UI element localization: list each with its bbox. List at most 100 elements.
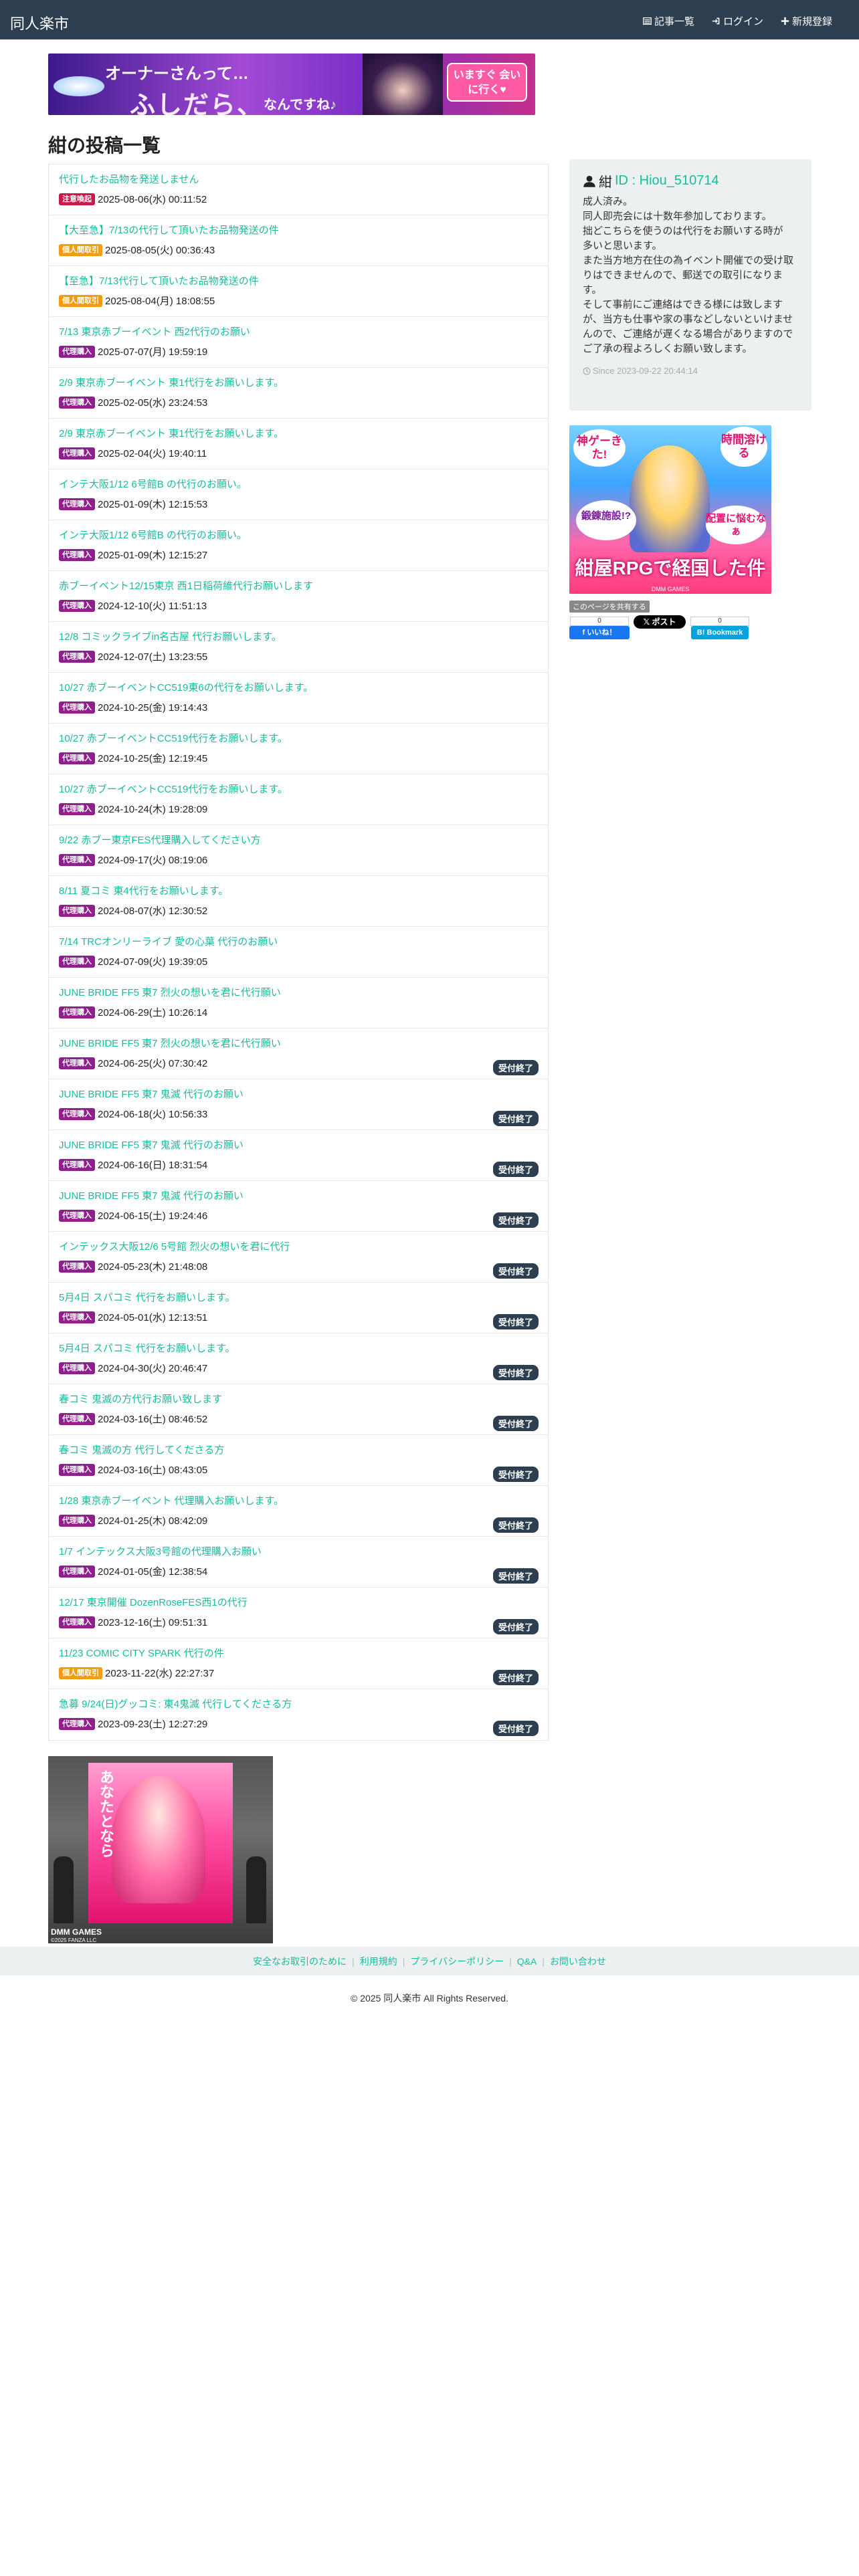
post-title-link[interactable]: 春コミ 鬼滅の方代行お願い致します: [59, 1393, 538, 1406]
footer-link[interactable]: お問い合わせ: [550, 1955, 606, 1968]
hatena-count: 0: [690, 617, 749, 626]
status-badge: 受付終了: [492, 1060, 539, 1075]
bottom-ad-banner[interactable]: あなたとなら DMM GAMES ©2025 FANZA LLC: [48, 1756, 273, 1943]
post-title-link[interactable]: インテ大阪1/12 6号館B の代行のお願い。: [59, 529, 538, 542]
post-title-link[interactable]: 7/13 東京赤ブーイベント 西2代行のお願い: [59, 326, 538, 339]
category-badge: 個人間取引: [59, 294, 102, 307]
side-ad-tag-right: 配置に悩むなぁ: [706, 506, 766, 544]
background-person: [246, 1856, 266, 1923]
footer-link[interactable]: プライバシーポリシー: [410, 1955, 504, 1968]
post-list-item: JUNE BRIDE FF5 東7 鬼滅 代行のお願い 代理購入 2024-06-1…: [49, 1181, 548, 1232]
status-badge: 受付終了: [492, 1670, 539, 1685]
post-meta: 代理購入 2024-06-18(火) 10:56:33: [59, 1107, 538, 1121]
ad-line1: オーナーさんって…: [105, 65, 249, 83]
post-date: 2024-06-16(日) 18:31:54: [98, 1160, 208, 1171]
side-ad-footer: DMM GAMES: [651, 586, 690, 593]
footer-separator: |: [402, 1955, 405, 1967]
page-title: 紺の投稿一覧: [48, 135, 161, 156]
category-badge: 代理購入: [59, 650, 95, 663]
nav-articles-link[interactable]: 記事一覧: [643, 14, 694, 28]
post-title-link[interactable]: JUNE BRIDE FF5 東7 鬼滅 代行のお願い: [59, 1139, 538, 1152]
post-meta: 代理購入 2023-12-16(土) 09:51:31: [59, 1615, 538, 1629]
post-title-link[interactable]: 春コミ 鬼滅の方 代行してくださる方: [59, 1444, 538, 1457]
post-title-link[interactable]: 急募 9/24(日)グッコミ: 東4鬼滅 代行してくださる方: [59, 1698, 538, 1711]
category-badge: 代理購入: [59, 752, 95, 764]
side-ad-banner[interactable]: 神ゲーきた! 時間溶ける 鍛錬施設!? 配置に悩むなぁ 紺屋RPGで経国した件 …: [569, 425, 771, 594]
category-badge: 代理購入: [59, 1514, 95, 1527]
post-list-item: 10/27 赤ブーイベントCC519東6の代行をお願いします。 代理購入 2024-…: [49, 673, 548, 724]
category-badge: 代理購入: [59, 1616, 95, 1628]
post-title-link[interactable]: 10/27 赤ブーイベントCC519代行をお願いします。: [59, 783, 538, 796]
profile-card: 紺 ID : Hiou_510714 成人済み。 同人即売会には十数年参加しており…: [569, 159, 812, 411]
top-ad-banner[interactable]: オーナーさんって… ふしだら、 なんですね♪ いますぐ 会いに行く♥: [48, 53, 535, 115]
footer-link[interactable]: Q&A: [517, 1956, 537, 1967]
category-badge: 個人間取引: [59, 1667, 102, 1679]
category-badge: 代理購入: [59, 345, 95, 358]
post-title-link[interactable]: JUNE BRIDE FF5 東7 烈火の想いを君に代行願い: [59, 986, 538, 1000]
post-date: 2023-12-16(土) 09:51:31: [98, 1617, 208, 1628]
post-list-item: 10/27 赤ブーイベントCC519代行をお願いします。 代理購入 2024-10-…: [49, 774, 548, 825]
post-title-link[interactable]: 【大至急】7/13の代行して頂いたお品物発送の件: [59, 224, 538, 237]
profile-bio-line: また当方地方在住の為イベント開催での受け取りはできませんので、郵送での取引になり…: [583, 255, 794, 296]
post-title-link[interactable]: JUNE BRIDE FF5 東7 鬼滅 代行のお願い: [59, 1190, 538, 1203]
category-badge: 代理購入: [59, 599, 95, 612]
post-title-link[interactable]: 8/11 夏コミ 東4代行をお願いします。: [59, 885, 538, 898]
post-title-link[interactable]: 5月4日 スパコミ 代行をお願いします。: [59, 1342, 538, 1356]
post-meta: 代理購入 2024-06-16(日) 18:31:54: [59, 1158, 538, 1172]
post-title-link[interactable]: 10/27 赤ブーイベントCC519代行をお願いします。: [59, 732, 538, 746]
post-title-link[interactable]: 7/14 TRCオンリーライブ 愛の心葉 代行のお願い: [59, 936, 538, 949]
post-title-link[interactable]: 1/28 東京赤ブーイベント 代理購入お願いします。: [59, 1495, 538, 1508]
post-date: 2024-05-23(木) 21:48:08: [98, 1261, 208, 1273]
footer-separator: |: [509, 1955, 512, 1967]
post-title-link[interactable]: 11/23 COMIC CITY SPARK 代行の件: [59, 1647, 538, 1660]
x-post-button[interactable]: 𝕏 ポスト: [634, 615, 686, 629]
post-date: 2025-08-04(月) 18:08:55: [105, 296, 215, 307]
hatena-bookmark-button[interactable]: B! Bookmark: [691, 626, 749, 639]
post-title-link[interactable]: 赤ブーイベント12/15東京 西1日稲荷維代行お願いします: [59, 580, 538, 593]
post-title-link[interactable]: 【至急】7/13代行して頂いたお品物発送の件: [59, 275, 538, 288]
post-list-item: 春コミ 鬼滅の方 代行してくださる方 代理購入 2024-03-16(土) 08:4…: [49, 1435, 548, 1486]
category-badge: 代理購入: [59, 955, 95, 968]
post-title-link[interactable]: 12/17 東京開催 DozenRoseFES西1の代行: [59, 1596, 538, 1610]
post-title-link[interactable]: 12/8 コミックライブin名古屋 代行お願いします。: [59, 631, 538, 644]
post-meta: 代理購入 2025-01-09(木) 12:15:27: [59, 548, 538, 562]
post-title-link[interactable]: 代行したお品物を発送しません: [59, 173, 538, 187]
nav-articles-label: 記事一覧: [654, 16, 694, 27]
profile-name: 紺: [599, 175, 612, 190]
post-date: 2024-06-15(土) 19:24:46: [98, 1210, 208, 1222]
user-icon: [583, 175, 595, 187]
post-title-link[interactable]: インテ大阪1/12 6号館B の代行のお願い。: [59, 478, 538, 492]
post-meta: 代理購入 2025-01-09(木) 12:15:53: [59, 497, 538, 511]
plus-icon: [781, 17, 789, 25]
post-meta: 代理購入 2024-12-07(土) 13:23:55: [59, 649, 538, 663]
footer-link[interactable]: 安全なお取引のために: [253, 1955, 347, 1968]
post-title-link[interactable]: JUNE BRIDE FF5 東7 鬼滅 代行のお願い: [59, 1088, 538, 1101]
post-list-item: 9/22 赤ブー東京FES代理購入してください方 代理購入 2024-09-17(火…: [49, 825, 548, 876]
ad-cta-button[interactable]: いますぐ 会いに行く♥: [447, 63, 527, 102]
post-list-item: 5月4日 スパコミ 代行をお願いします。 代理購入 2024-04-30(火) 20…: [49, 1333, 548, 1384]
facebook-like-button[interactable]: f いいね！: [569, 626, 630, 639]
post-list-item: 1/7 インテックス大阪3号館の代理購入お願い 代理購入 2024-01-05(金)…: [49, 1537, 548, 1588]
nav-register-link[interactable]: 新規登録: [781, 14, 832, 28]
post-title-link[interactable]: 9/22 赤ブー東京FES代理購入してください方: [59, 834, 538, 847]
navbar-menu: 記事一覧 ログイン 新規登録: [643, 14, 832, 28]
status-badge: 受付終了: [492, 1365, 539, 1380]
category-badge: 代理購入: [59, 1006, 95, 1018]
post-list-item: 【至急】7/13代行して頂いたお品物発送の件 個人間取引 2025-08-04(月)…: [49, 266, 548, 317]
status-badge: 受付終了: [492, 1263, 539, 1279]
post-title-link[interactable]: 5月4日 スパコミ 代行をお願いします。: [59, 1291, 538, 1305]
post-title-link[interactable]: JUNE BRIDE FF5 東7 烈火の想いを君に代行願い: [59, 1037, 538, 1051]
post-title-link[interactable]: 2/9 東京赤ブーイベント 東1代行をお願いします。: [59, 427, 538, 441]
post-date: 2023-11-22(水) 22:27:37: [105, 1668, 215, 1679]
nav-login-link[interactable]: ログイン: [712, 14, 763, 28]
post-date: 2024-06-18(火) 10:56:33: [98, 1109, 208, 1120]
post-title-link[interactable]: 2/9 東京赤ブーイベント 東1代行をお願いします。: [59, 377, 538, 390]
footer-link[interactable]: 利用規約: [360, 1955, 397, 1968]
post-date: 2023-09-23(土) 12:27:29: [98, 1719, 208, 1730]
post-title-link[interactable]: インテックス大阪12/6 5号館 烈火の想いを君に代行: [59, 1241, 538, 1254]
post-title-link[interactable]: 10/27 赤ブーイベントCC519東6の代行をお願いします。: [59, 681, 538, 695]
post-title-link[interactable]: 1/7 インテックス大阪3号館の代理購入お願い: [59, 1545, 538, 1559]
post-list-item: JUNE BRIDE FF5 東7 鬼滅 代行のお願い 代理購入 2024-06-1…: [49, 1079, 548, 1130]
x-icon: 𝕏: [643, 617, 652, 627]
site-brand[interactable]: 同人楽市: [10, 12, 69, 33]
